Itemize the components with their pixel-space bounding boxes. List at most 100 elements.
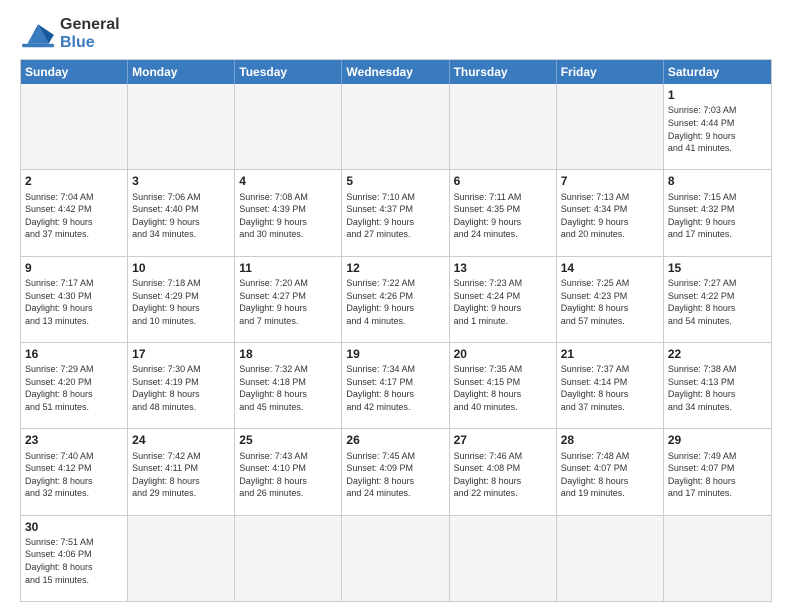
page: General Blue SundayMondayTuesdayWednesda… — [0, 0, 792, 612]
calendar-cell: 15Sunrise: 7:27 AM Sunset: 4:22 PM Dayli… — [664, 257, 771, 342]
calendar-header-cell: Tuesday — [235, 60, 342, 84]
calendar-row: 9Sunrise: 7:17 AM Sunset: 4:30 PM Daylig… — [21, 257, 771, 343]
calendar-cell — [557, 516, 664, 601]
cell-info: Sunrise: 7:35 AM Sunset: 4:15 PM Dayligh… — [454, 363, 552, 413]
calendar-cell: 19Sunrise: 7:34 AM Sunset: 4:17 PM Dayli… — [342, 343, 449, 428]
cell-info: Sunrise: 7:03 AM Sunset: 4:44 PM Dayligh… — [668, 104, 767, 154]
cell-info: Sunrise: 7:22 AM Sunset: 4:26 PM Dayligh… — [346, 277, 444, 327]
cell-info: Sunrise: 7:51 AM Sunset: 4:06 PM Dayligh… — [25, 536, 123, 586]
day-number: 5 — [346, 173, 444, 189]
calendar-cell: 17Sunrise: 7:30 AM Sunset: 4:19 PM Dayli… — [128, 343, 235, 428]
day-number: 3 — [132, 173, 230, 189]
calendar-cell: 8 Sunrise: 7:15 AM Sunset: 4:32 PM Daylig… — [664, 170, 771, 255]
calendar-cell: 11Sunrise: 7:20 AM Sunset: 4:27 PM Dayli… — [235, 257, 342, 342]
day-number: 8 — [668, 173, 767, 189]
day-number: 9 — [25, 260, 123, 276]
cell-info: Sunrise: 7:42 AM Sunset: 4:11 PM Dayligh… — [132, 450, 230, 500]
calendar-cell — [342, 516, 449, 601]
cell-info: Sunrise: 7:13 AM Sunset: 4:34 PM Dayligh… — [561, 191, 659, 241]
day-number: 14 — [561, 260, 659, 276]
cell-info: Sunrise: 7:06 AM Sunset: 4:40 PM Dayligh… — [132, 191, 230, 241]
calendar-cell: 7 Sunrise: 7:13 AM Sunset: 4:34 PM Daylig… — [557, 170, 664, 255]
cell-info: Sunrise: 7:49 AM Sunset: 4:07 PM Dayligh… — [668, 450, 767, 500]
calendar-cell: 30Sunrise: 7:51 AM Sunset: 4:06 PM Dayli… — [21, 516, 128, 601]
calendar-cell — [128, 84, 235, 169]
header: General Blue — [20, 16, 772, 51]
calendar: SundayMondayTuesdayWednesdayThursdayFrid… — [20, 59, 772, 602]
cell-info: Sunrise: 7:45 AM Sunset: 4:09 PM Dayligh… — [346, 450, 444, 500]
calendar-cell: 12Sunrise: 7:22 AM Sunset: 4:26 PM Dayli… — [342, 257, 449, 342]
day-number: 10 — [132, 260, 230, 276]
calendar-cell — [235, 516, 342, 601]
calendar-header-cell: Sunday — [21, 60, 128, 84]
calendar-cell — [557, 84, 664, 169]
calendar-cell: 6Sunrise: 7:11 AM Sunset: 4:35 PM Daylig… — [450, 170, 557, 255]
cell-info: Sunrise: 7:08 AM Sunset: 4:39 PM Dayligh… — [239, 191, 337, 241]
calendar-header-row: SundayMondayTuesdayWednesdayThursdayFrid… — [21, 60, 771, 84]
cell-info: Sunrise: 7:38 AM Sunset: 4:13 PM Dayligh… — [668, 363, 767, 413]
calendar-cell — [342, 84, 449, 169]
calendar-header-cell: Friday — [557, 60, 664, 84]
calendar-row: 16Sunrise: 7:29 AM Sunset: 4:20 PM Dayli… — [21, 343, 771, 429]
calendar-cell: 22Sunrise: 7:38 AM Sunset: 4:13 PM Dayli… — [664, 343, 771, 428]
calendar-cell: 13Sunrise: 7:23 AM Sunset: 4:24 PM Dayli… — [450, 257, 557, 342]
day-number: 1 — [668, 87, 767, 103]
cell-info: Sunrise: 7:32 AM Sunset: 4:18 PM Dayligh… — [239, 363, 337, 413]
calendar-cell: 9Sunrise: 7:17 AM Sunset: 4:30 PM Daylig… — [21, 257, 128, 342]
day-number: 29 — [668, 432, 767, 448]
day-number: 23 — [25, 432, 123, 448]
calendar-cell: 27Sunrise: 7:46 AM Sunset: 4:08 PM Dayli… — [450, 429, 557, 514]
calendar-cell: 28Sunrise: 7:48 AM Sunset: 4:07 PM Dayli… — [557, 429, 664, 514]
calendar-cell: 3 Sunrise: 7:06 AM Sunset: 4:40 PM Daylig… — [128, 170, 235, 255]
day-number: 17 — [132, 346, 230, 362]
cell-info: Sunrise: 7:15 AM Sunset: 4:32 PM Dayligh… — [668, 191, 767, 241]
calendar-row: 1Sunrise: 7:03 AM Sunset: 4:44 PM Daylig… — [21, 84, 771, 170]
day-number: 26 — [346, 432, 444, 448]
day-number: 12 — [346, 260, 444, 276]
day-number: 25 — [239, 432, 337, 448]
calendar-cell: 4 Sunrise: 7:08 AM Sunset: 4:39 PM Daylig… — [235, 170, 342, 255]
calendar-cell: 5 Sunrise: 7:10 AM Sunset: 4:37 PM Daylig… — [342, 170, 449, 255]
calendar-cell: 24 Sunrise: 7:42 AM Sunset: 4:11 PM Dayli… — [128, 429, 235, 514]
day-number: 21 — [561, 346, 659, 362]
day-number: 24 — [132, 432, 230, 448]
calendar-cell: 23 Sunrise: 7:40 AM Sunset: 4:12 PM Dayli… — [21, 429, 128, 514]
cell-info: Sunrise: 7:04 AM Sunset: 4:42 PM Dayligh… — [25, 191, 123, 241]
calendar-cell: 21Sunrise: 7:37 AM Sunset: 4:14 PM Dayli… — [557, 343, 664, 428]
calendar-row: 30Sunrise: 7:51 AM Sunset: 4:06 PM Dayli… — [21, 516, 771, 601]
day-number: 27 — [454, 432, 552, 448]
cell-info: Sunrise: 7:40 AM Sunset: 4:12 PM Dayligh… — [25, 450, 123, 500]
calendar-cell — [235, 84, 342, 169]
cell-info: Sunrise: 7:20 AM Sunset: 4:27 PM Dayligh… — [239, 277, 337, 327]
day-number: 2 — [25, 173, 123, 189]
day-number: 18 — [239, 346, 337, 362]
cell-info: Sunrise: 7:34 AM Sunset: 4:17 PM Dayligh… — [346, 363, 444, 413]
calendar-cell: 16Sunrise: 7:29 AM Sunset: 4:20 PM Dayli… — [21, 343, 128, 428]
calendar-header-cell: Wednesday — [342, 60, 449, 84]
calendar-cell: 1Sunrise: 7:03 AM Sunset: 4:44 PM Daylig… — [664, 84, 771, 169]
cell-info: Sunrise: 7:18 AM Sunset: 4:29 PM Dayligh… — [132, 277, 230, 327]
cell-info: Sunrise: 7:17 AM Sunset: 4:30 PM Dayligh… — [25, 277, 123, 327]
logo: General Blue — [20, 16, 120, 51]
day-number: 28 — [561, 432, 659, 448]
calendar-cell: 18Sunrise: 7:32 AM Sunset: 4:18 PM Dayli… — [235, 343, 342, 428]
day-number: 20 — [454, 346, 552, 362]
day-number: 11 — [239, 260, 337, 276]
calendar-cell: 20Sunrise: 7:35 AM Sunset: 4:15 PM Dayli… — [450, 343, 557, 428]
logo-icon — [20, 19, 56, 49]
day-number: 15 — [668, 260, 767, 276]
cell-info: Sunrise: 7:37 AM Sunset: 4:14 PM Dayligh… — [561, 363, 659, 413]
day-number: 4 — [239, 173, 337, 189]
day-number: 22 — [668, 346, 767, 362]
cell-info: Sunrise: 7:10 AM Sunset: 4:37 PM Dayligh… — [346, 191, 444, 241]
calendar-cell — [450, 516, 557, 601]
calendar-cell: 2 Sunrise: 7:04 AM Sunset: 4:42 PM Daylig… — [21, 170, 128, 255]
day-number: 7 — [561, 173, 659, 189]
calendar-cell — [128, 516, 235, 601]
calendar-header-cell: Monday — [128, 60, 235, 84]
calendar-cell: 25Sunrise: 7:43 AM Sunset: 4:10 PM Dayli… — [235, 429, 342, 514]
day-number: 30 — [25, 519, 123, 535]
calendar-header-cell: Saturday — [664, 60, 771, 84]
calendar-cell: 26 Sunrise: 7:45 AM Sunset: 4:09 PM Dayli… — [342, 429, 449, 514]
calendar-header-cell: Thursday — [450, 60, 557, 84]
